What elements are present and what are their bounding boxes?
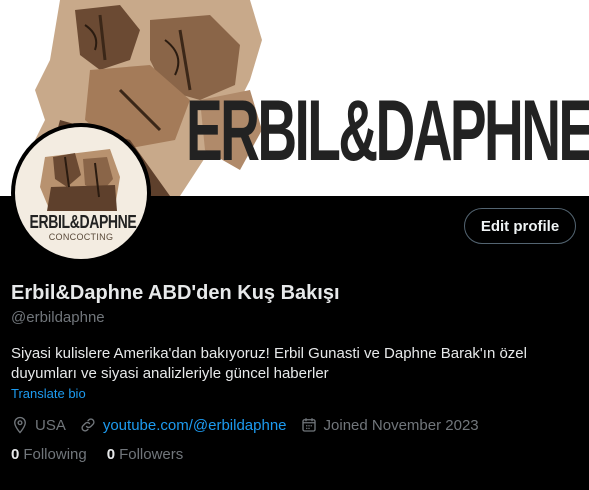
- profile-avatar[interactable]: ERBIL&DAPHNE CONCOCTING: [11, 123, 151, 263]
- profile-bio: Siyasi kulislere Amerika'dan bakıyoruz! …: [11, 345, 527, 382]
- location-text: USA: [35, 416, 66, 434]
- display-name: Erbil&Daphne ABD'den Kuş Bakışı: [11, 282, 340, 304]
- avatar-image: ERBIL&DAPHNE CONCOCTING: [15, 127, 147, 259]
- joined-item: Joined November 2023: [300, 416, 479, 434]
- website-item[interactable]: youtube.com/@erbildaphne: [79, 416, 287, 434]
- banner-wordmark: ERBIL&DAPHNE: [186, 83, 589, 179]
- user-handle: @erbildaphne: [11, 309, 105, 326]
- calendar-icon: [301, 418, 316, 432]
- followers-link[interactable]: 0 Followers: [107, 446, 184, 463]
- joined-text: Joined November 2023: [323, 416, 479, 434]
- followers-count: 0: [106, 446, 116, 463]
- followers-label: Followers: [119, 446, 184, 463]
- follow-stats: 0 Following 0 Followers: [11, 446, 203, 463]
- website-link[interactable]: youtube.com/@erbildaphne: [103, 417, 287, 434]
- profile-meta-row: USA youtube.com/@erbildaphne Joined Nove…: [11, 414, 492, 436]
- following-count: 0: [11, 446, 20, 463]
- avatar-wordmark: ERBIL&DAPHNE: [29, 212, 137, 232]
- avatar-subtitle: CONCOCTING: [48, 232, 114, 242]
- translate-bio-link[interactable]: Translate bio: [11, 386, 86, 401]
- following-label: Following: [23, 446, 87, 463]
- location-pin-icon: [14, 416, 26, 434]
- edit-profile-button[interactable]: Edit profile: [464, 208, 576, 244]
- location-item: USA: [11, 416, 66, 434]
- following-link[interactable]: 0 Following: [11, 446, 87, 463]
- link-icon: [81, 418, 95, 432]
